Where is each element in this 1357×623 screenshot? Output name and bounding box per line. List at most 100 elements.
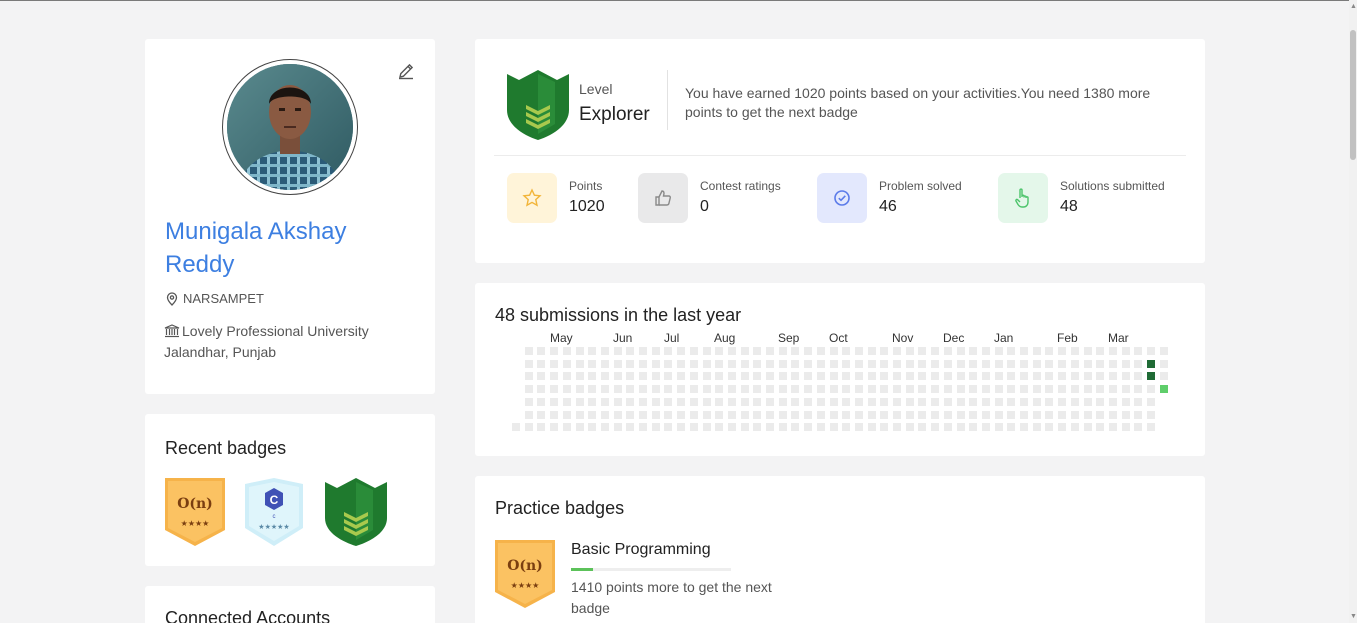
heatmap-cell[interactable] bbox=[981, 385, 990, 394]
heatmap-cell[interactable] bbox=[867, 397, 876, 406]
heatmap-cell[interactable] bbox=[994, 372, 1003, 381]
heatmap-cell[interactable] bbox=[867, 347, 876, 355]
heatmap-cell[interactable] bbox=[994, 385, 1003, 394]
heatmap-cell[interactable] bbox=[829, 423, 838, 432]
heatmap-cell[interactable] bbox=[931, 423, 940, 432]
heatmap-cell[interactable] bbox=[1007, 423, 1016, 432]
heatmap-cell[interactable] bbox=[677, 397, 686, 406]
heatmap-cell[interactable] bbox=[791, 372, 800, 381]
heatmap-cell[interactable] bbox=[1121, 410, 1130, 419]
heatmap-cell[interactable] bbox=[956, 347, 965, 355]
heatmap-cell[interactable] bbox=[753, 359, 762, 368]
heatmap-cell[interactable] bbox=[715, 372, 724, 381]
heatmap-cell[interactable] bbox=[1134, 397, 1143, 406]
heatmap-cell[interactable] bbox=[981, 347, 990, 355]
heatmap-cell[interactable] bbox=[778, 410, 787, 419]
heatmap-cell[interactable] bbox=[854, 385, 863, 394]
heatmap-cell[interactable] bbox=[740, 385, 749, 394]
heatmap-cell[interactable] bbox=[867, 410, 876, 419]
heatmap-cell[interactable] bbox=[867, 423, 876, 432]
heatmap-cell[interactable] bbox=[981, 372, 990, 381]
heatmap-cell[interactable] bbox=[639, 385, 647, 394]
heatmap-cell[interactable] bbox=[524, 410, 533, 419]
heatmap-cell[interactable] bbox=[1007, 347, 1016, 355]
heatmap-cell[interactable] bbox=[664, 359, 673, 368]
heatmap-cell[interactable] bbox=[740, 372, 749, 381]
heatmap-cell[interactable] bbox=[905, 359, 914, 368]
heatmap-cell[interactable] bbox=[753, 410, 762, 419]
heatmap-cell[interactable] bbox=[969, 359, 978, 368]
heatmap-cell[interactable] bbox=[842, 410, 851, 419]
heatmap-cell[interactable] bbox=[575, 347, 584, 355]
heatmap-cell[interactable] bbox=[1083, 385, 1092, 394]
heatmap-cell[interactable] bbox=[613, 359, 622, 368]
heatmap-cell[interactable] bbox=[778, 372, 787, 381]
heatmap-cell[interactable] bbox=[956, 423, 965, 432]
heatmap-cell[interactable] bbox=[804, 372, 813, 381]
heatmap-cell[interactable] bbox=[893, 410, 901, 419]
heatmap-cell[interactable] bbox=[626, 359, 635, 368]
heatmap-cell[interactable] bbox=[689, 397, 698, 406]
heatmap-cell[interactable] bbox=[1032, 397, 1041, 406]
heatmap-cell[interactable] bbox=[1058, 359, 1067, 368]
heatmap-cell[interactable] bbox=[880, 359, 889, 368]
heatmap-cell[interactable] bbox=[1108, 347, 1117, 355]
heatmap-cell[interactable] bbox=[816, 397, 825, 406]
heatmap-cell[interactable] bbox=[550, 410, 559, 419]
heatmap-cell[interactable] bbox=[727, 410, 736, 419]
heatmap-cell[interactable] bbox=[562, 359, 571, 368]
heatmap-cell[interactable] bbox=[1058, 372, 1067, 381]
heatmap-cell[interactable] bbox=[639, 347, 647, 355]
heatmap-cell[interactable] bbox=[651, 423, 660, 432]
heatmap-cell[interactable] bbox=[880, 385, 889, 394]
heatmap-cell[interactable] bbox=[1070, 372, 1079, 381]
heatmap-cell[interactable] bbox=[689, 347, 698, 355]
heatmap-cell[interactable] bbox=[816, 372, 825, 381]
heatmap-cell[interactable] bbox=[905, 347, 914, 355]
heatmap-cell[interactable] bbox=[575, 359, 584, 368]
heatmap-cell[interactable] bbox=[715, 423, 724, 432]
heatmap-cell[interactable] bbox=[588, 410, 597, 419]
heatmap-cell[interactable] bbox=[1121, 372, 1130, 381]
heatmap-cell[interactable] bbox=[1032, 372, 1041, 381]
heatmap-cell[interactable] bbox=[1096, 423, 1105, 432]
heatmap-cell[interactable] bbox=[829, 397, 838, 406]
heatmap-cell[interactable] bbox=[816, 359, 825, 368]
heatmap-cell[interactable] bbox=[613, 372, 622, 381]
heatmap-cell[interactable] bbox=[524, 397, 533, 406]
heatmap-cell[interactable] bbox=[778, 423, 787, 432]
heatmap-cell[interactable] bbox=[740, 423, 749, 432]
heatmap-cell[interactable] bbox=[575, 397, 584, 406]
heatmap-cell[interactable] bbox=[893, 423, 901, 432]
heatmap-cell[interactable] bbox=[715, 410, 724, 419]
heatmap-cell[interactable] bbox=[613, 423, 622, 432]
heatmap-cell[interactable] bbox=[893, 397, 901, 406]
heatmap-cell[interactable] bbox=[562, 410, 571, 419]
heatmap-cell[interactable] bbox=[727, 372, 736, 381]
heatmap-cell[interactable] bbox=[816, 410, 825, 419]
heatmap-cell[interactable] bbox=[562, 347, 571, 355]
heatmap-cell[interactable] bbox=[664, 372, 673, 381]
heatmap-cell[interactable] bbox=[766, 423, 774, 432]
heatmap-cell[interactable] bbox=[740, 397, 749, 406]
heatmap-cell[interactable] bbox=[1147, 372, 1155, 381]
heatmap-cell[interactable] bbox=[791, 397, 800, 406]
heatmap-cell[interactable] bbox=[867, 359, 876, 368]
heatmap-cell[interactable] bbox=[537, 347, 546, 355]
heatmap-cell[interactable] bbox=[943, 410, 952, 419]
heatmap-cell[interactable] bbox=[702, 347, 711, 355]
heatmap-cell[interactable] bbox=[1096, 359, 1105, 368]
heatmap-cell[interactable] bbox=[537, 423, 546, 432]
heatmap-cell[interactable] bbox=[613, 397, 622, 406]
scrollbar[interactable]: ▲ ▼ bbox=[1349, 0, 1357, 623]
heatmap-cell[interactable] bbox=[1020, 410, 1028, 419]
heatmap-cell[interactable] bbox=[766, 397, 774, 406]
heatmap-cell[interactable] bbox=[651, 385, 660, 394]
heatmap-cell[interactable] bbox=[524, 423, 533, 432]
heatmap-cell[interactable] bbox=[918, 359, 927, 368]
heatmap-cell[interactable] bbox=[1020, 385, 1028, 394]
heatmap-cell[interactable] bbox=[1045, 410, 1054, 419]
scroll-up-icon[interactable]: ▲ bbox=[1350, 3, 1357, 10]
heatmap-cell[interactable] bbox=[626, 347, 635, 355]
heatmap-cell[interactable] bbox=[1020, 347, 1028, 355]
